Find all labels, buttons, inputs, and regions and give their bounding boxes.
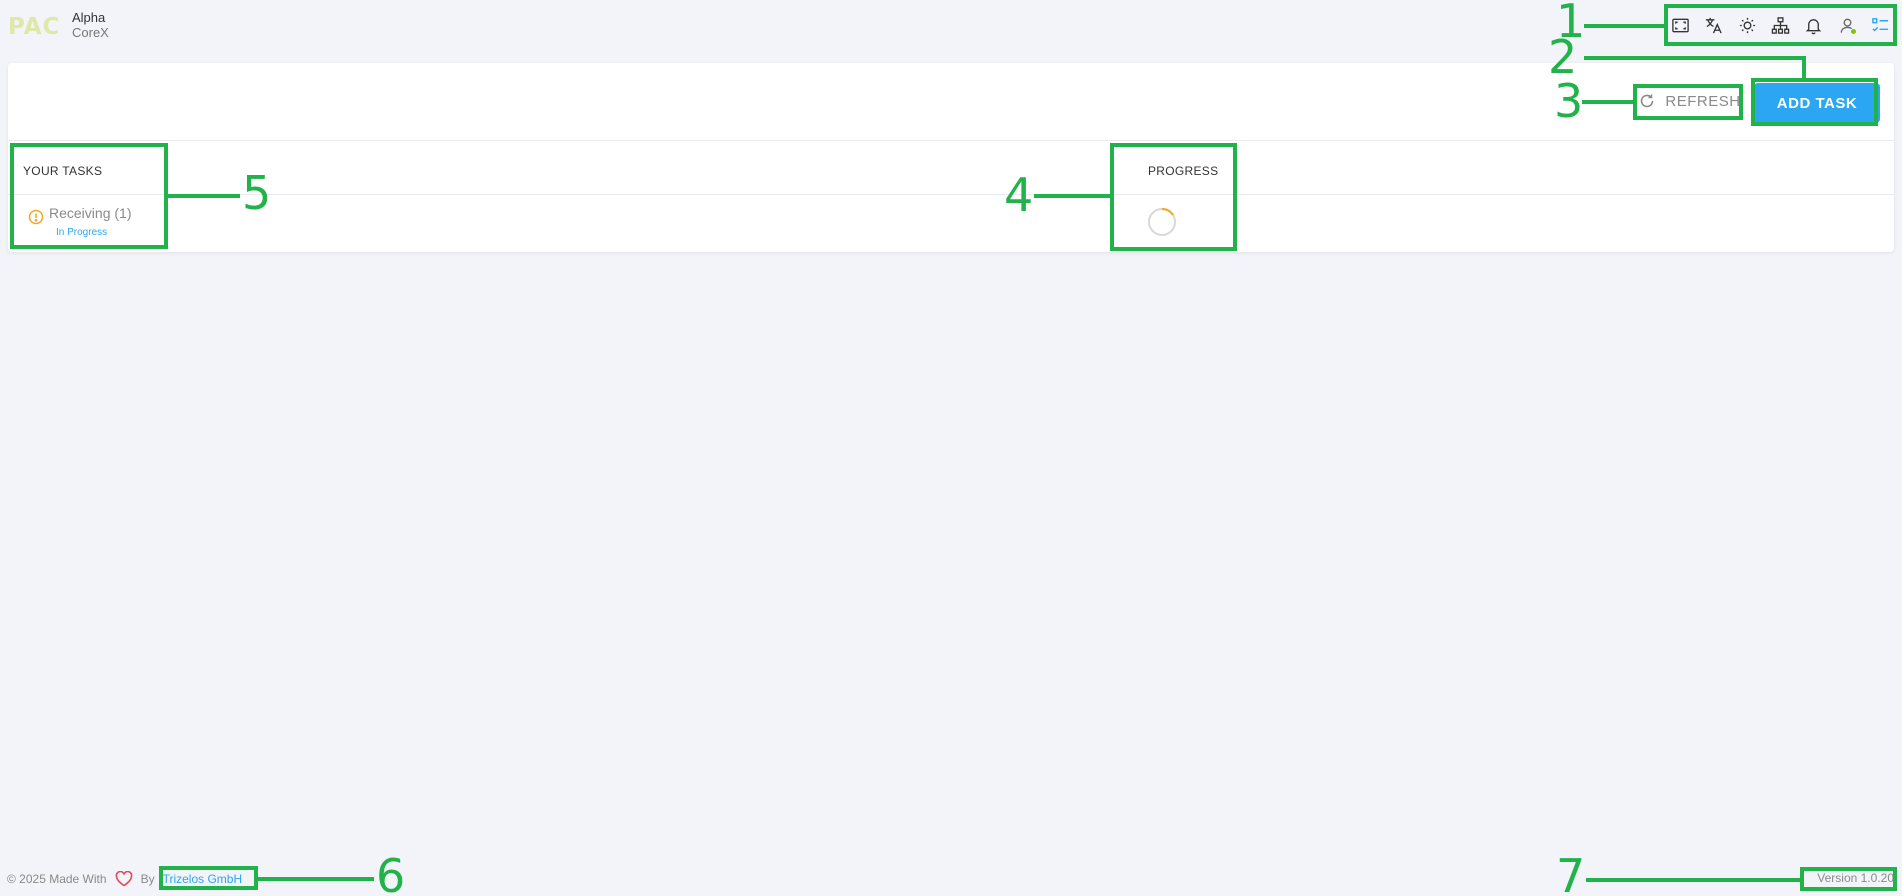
footer-made-with: © 2025 Made With <box>7 872 107 886</box>
refresh-label: REFRESH <box>1665 92 1741 110</box>
top-bar: PAC Alpha CoreX <box>0 0 1902 62</box>
brand-line-1: Alpha <box>72 10 106 25</box>
annotation-line-2 <box>1584 56 1806 60</box>
your-tasks-header: YOUR TASKS <box>23 164 103 178</box>
annotation-line-6 <box>256 877 374 881</box>
annotation-line-7 <box>1586 878 1802 882</box>
footer-by: By <box>140 872 155 886</box>
annotation-number-7: 7 <box>1556 849 1586 896</box>
version-label: Version 1.0.20 <box>1817 871 1894 885</box>
annotation-number-5: 5 <box>242 166 272 220</box>
user-icon[interactable] <box>1833 11 1861 39</box>
brand-name: Alpha CoreX <box>72 10 109 40</box>
annotation-line-4 <box>1034 194 1112 198</box>
refresh-icon <box>1641 94 1654 108</box>
company-link[interactable]: Trizelos GmbH <box>163 872 243 886</box>
warning-circle-icon <box>28 209 44 225</box>
translate-icon[interactable] <box>1700 11 1728 39</box>
app-logo[interactable]: PAC <box>8 14 60 40</box>
annotation-vline-2 <box>1802 56 1806 80</box>
heart-icon <box>115 871 132 887</box>
annotation-number-4: 4 <box>1004 168 1034 222</box>
online-status-dot <box>1850 28 1858 35</box>
annotation-line-1 <box>1584 24 1666 28</box>
task-status: In Progress <box>56 227 108 238</box>
tasklist-icon[interactable] <box>1866 11 1894 39</box>
annotation-number-3: 3 <box>1554 74 1584 128</box>
table-header: YOUR TASKS PROGRESS <box>8 141 1894 195</box>
add-task-button[interactable]: ADD TASK <box>1754 83 1880 123</box>
sitemap-icon[interactable] <box>1766 11 1794 39</box>
annotation-number-6: 6 <box>376 849 406 896</box>
progress-header: PROGRESS <box>1148 164 1219 178</box>
annotation-line-5 <box>166 194 240 198</box>
brand-line-2: CoreX <box>72 25 109 40</box>
bell-icon[interactable] <box>1800 11 1828 39</box>
brightness-icon[interactable] <box>1733 11 1761 39</box>
table-row: Receiving (1) In Progress <box>8 195 1894 252</box>
loading-spinner-icon <box>1148 207 1176 236</box>
tasks-card: REFRESH ADD TASK YOUR TASKS PROGRESS Rec… <box>8 63 1894 252</box>
header-icon-bar <box>1664 6 1897 44</box>
footer-credit: © 2025 Made With By Trizelos GmbH <box>7 871 242 887</box>
task-item-receiving[interactable]: Receiving (1) <box>28 205 131 225</box>
refresh-button[interactable]: REFRESH <box>1638 85 1742 117</box>
annotation-line-3 <box>1582 100 1635 104</box>
fullscreen-icon[interactable] <box>1667 11 1695 39</box>
task-name: Receiving (1) <box>49 205 132 221</box>
